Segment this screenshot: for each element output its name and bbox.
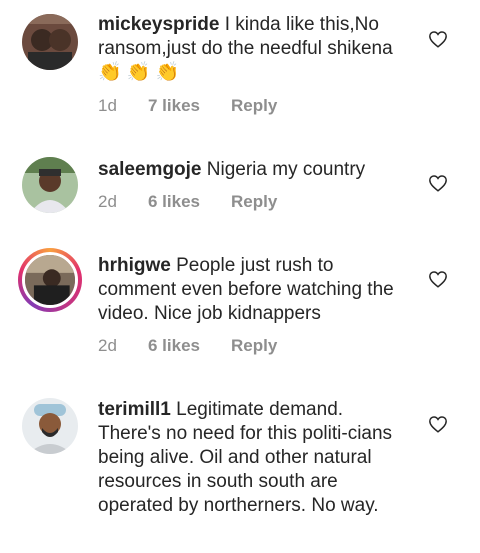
avatar-image	[22, 398, 78, 454]
heart-outline-icon[interactable]	[428, 415, 448, 433]
avatar-image	[22, 14, 78, 70]
comment-body: Nigeria my country	[206, 159, 366, 180]
comment-time: 1d	[98, 96, 117, 115]
avatar-image	[22, 157, 78, 213]
comment-likes-link[interactable]: 6 likes	[148, 192, 231, 212]
comment-text-block: mickeyspride I kinda like this,No ransom…	[98, 13, 408, 85]
heart-outline-icon[interactable]	[428, 174, 448, 192]
avatar[interactable]	[22, 398, 78, 454]
heart-outline-icon[interactable]	[428, 270, 448, 288]
comment-username[interactable]: terimill1	[98, 399, 171, 420]
comment-likes-link[interactable]: 6 likes	[148, 336, 231, 356]
comment-text-block: saleemgoje Nigeria my country	[98, 158, 408, 182]
avatar[interactable]	[22, 157, 78, 213]
comment-meta: 2d 6 likes Reply	[98, 192, 277, 212]
comment-likes-link[interactable]: 7 likes	[148, 96, 231, 116]
heart-outline-icon[interactable]	[428, 30, 448, 48]
comment-username[interactable]: hrhigwe	[98, 255, 171, 276]
reply-button[interactable]: Reply	[231, 192, 277, 212]
avatar[interactable]	[22, 14, 78, 70]
avatar-image	[22, 252, 78, 308]
comment-time: 2d	[98, 192, 117, 211]
comment-meta: 2d 6 likes Reply	[98, 336, 277, 356]
comment-username[interactable]: saleemgoje	[98, 159, 202, 180]
comment-time: 2d	[98, 336, 117, 355]
comment-meta: 1d 7 likes Reply	[98, 96, 277, 116]
reply-button[interactable]: Reply	[231, 336, 277, 356]
comment-username[interactable]: mickeyspride	[98, 14, 219, 35]
reply-button[interactable]: Reply	[231, 96, 277, 116]
comment-text-block: hrhigwe People just rush to comment even…	[98, 254, 408, 326]
avatar[interactable]	[18, 248, 82, 312]
comment-text-block: terimill1 Legitimate demand. There's no …	[98, 398, 408, 518]
